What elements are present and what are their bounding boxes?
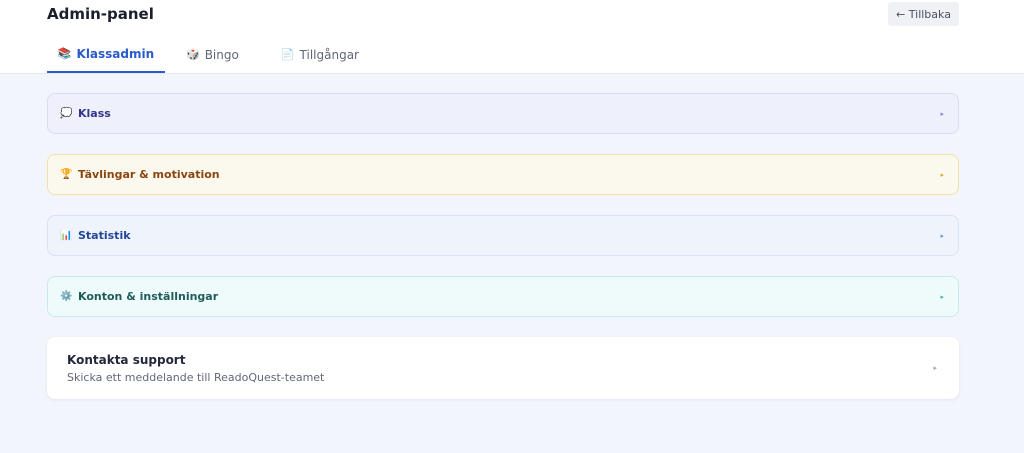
panel-statistik[interactable]: 📊 Statistik ▸ — [47, 215, 959, 256]
tab-label: Bingo — [204, 47, 239, 62]
support-card[interactable]: Kontakta support Skicka ett meddelande t… — [47, 337, 959, 399]
top-bar: Admin-panel ← Tillbaka 📚 Klassadmin 🎲 Bi… — [0, 0, 1024, 74]
panel-klass[interactable]: 💭 Klass ▸ — [47, 93, 959, 134]
support-text: Kontakta support Skicka ett meddelande t… — [67, 353, 933, 384]
back-button[interactable]: ← Tillbaka — [888, 2, 959, 26]
main-content: 💭 Klass ▸ 🏆 Tävlingar & motivation ▸ 📊 S… — [47, 93, 959, 399]
tab-bar: 📚 Klassadmin 🎲 Bingo 📄 Tillgångar — [47, 36, 380, 73]
dice-icon: 🎲 — [186, 48, 200, 61]
expand-arrow-icon: ▸ — [940, 292, 944, 301]
tab-tillgangar[interactable]: 📄 Tillgångar — [260, 36, 380, 73]
expand-arrow-icon: ▸ — [940, 109, 944, 118]
trophy-icon: 🏆 — [60, 169, 73, 180]
speech-bubble-icon: 💭 — [60, 108, 73, 119]
tab-label: Tillgångar — [299, 47, 359, 62]
gear-icon: ⚙️ — [60, 291, 73, 302]
expand-arrow-icon: ▸ — [933, 364, 937, 372]
panel-label: Konton & inställningar — [78, 290, 219, 303]
panel-konton[interactable]: ⚙️ Konton & inställningar ▸ — [47, 276, 959, 317]
tab-label: Klassadmin — [76, 46, 155, 61]
support-subtitle: Skicka ett meddelande till ReadoQuest-te… — [67, 370, 325, 384]
page-title: Admin-panel — [47, 5, 154, 23]
expand-arrow-icon: ▸ — [940, 231, 944, 240]
chart-icon: 📊 — [60, 230, 73, 241]
books-icon: 📚 — [57, 47, 72, 60]
panel-label: Statistik — [78, 229, 131, 242]
tab-bingo[interactable]: 🎲 Bingo — [165, 36, 260, 73]
document-icon: 📄 — [280, 48, 295, 61]
tab-klassadmin[interactable]: 📚 Klassadmin — [47, 36, 165, 73]
panel-label: Klass — [78, 107, 111, 120]
support-title: Kontakta support — [67, 352, 186, 367]
expand-arrow-icon: ▸ — [940, 170, 944, 179]
panel-tavlingar[interactable]: 🏆 Tävlingar & motivation ▸ — [47, 154, 959, 195]
panel-label: Tävlingar & motivation — [78, 168, 220, 181]
